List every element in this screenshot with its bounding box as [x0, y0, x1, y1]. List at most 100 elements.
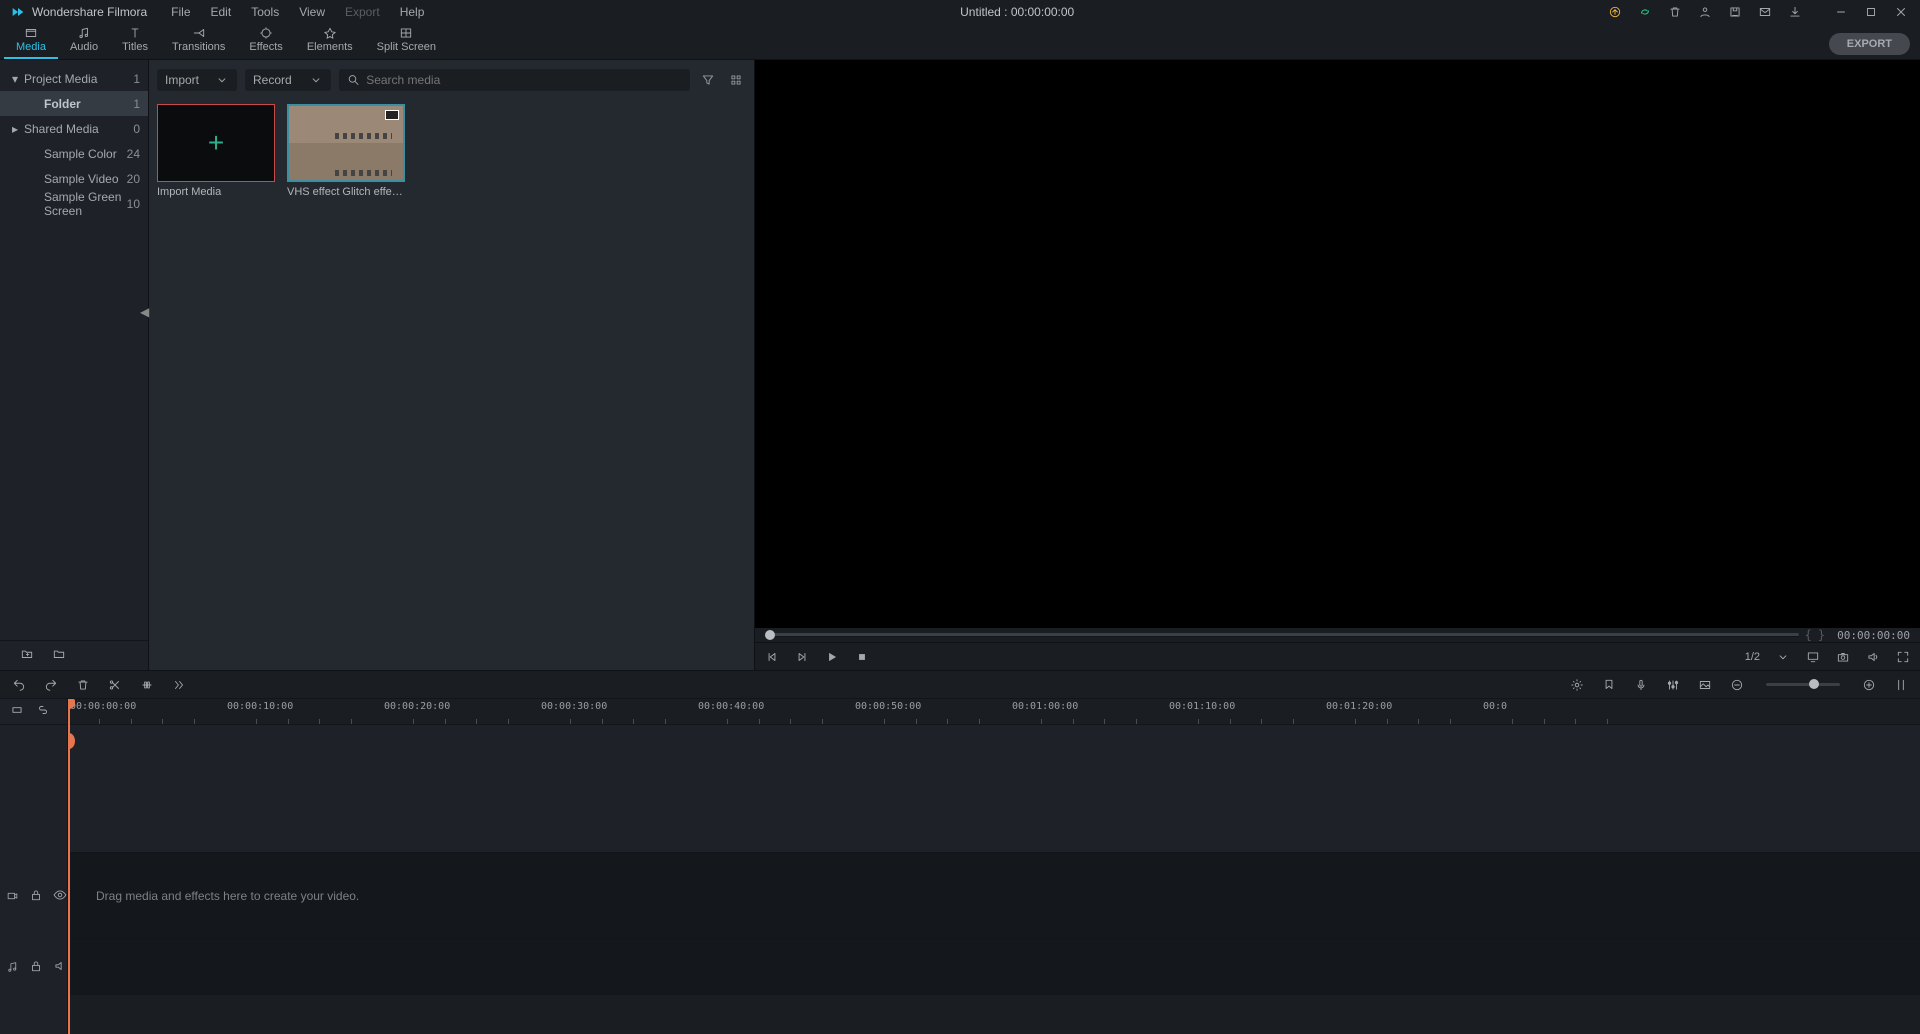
stop-icon[interactable]: [855, 650, 869, 664]
playhead[interactable]: [68, 699, 70, 1034]
preview-scrubber[interactable]: { } 00:00:00:00: [755, 628, 1920, 642]
zoom-out-icon[interactable]: [1730, 678, 1744, 692]
download-icon[interactable]: [1780, 0, 1810, 24]
close-icon[interactable]: [1886, 0, 1916, 24]
video-track-header: [0, 853, 67, 939]
undo-icon[interactable]: [12, 678, 26, 692]
sidebar-item-project-media[interactable]: ▾Project Media1: [0, 66, 148, 91]
marker-icon[interactable]: [1602, 678, 1616, 692]
split-icon[interactable]: [108, 678, 122, 692]
zoom-fit-icon[interactable]: [1894, 678, 1908, 692]
tab-media[interactable]: Media: [4, 24, 58, 59]
chevron-down-icon: [215, 73, 229, 87]
sync-icon[interactable]: [1630, 0, 1660, 24]
mark-out-icon[interactable]: }: [1818, 628, 1825, 642]
lock-icon[interactable]: [29, 959, 43, 976]
match-cut-icon[interactable]: [10, 703, 24, 720]
tab-split-screen[interactable]: Split Screen: [365, 24, 448, 59]
mixer-icon[interactable]: [1666, 678, 1680, 692]
menu-help[interactable]: Help: [390, 1, 435, 23]
next-frame-icon[interactable]: [795, 650, 809, 664]
menu-export: Export: [335, 1, 390, 23]
titlebar: Wondershare Filmora FileEditToolsViewExp…: [0, 0, 1920, 24]
media-toolbar: Import Record: [157, 66, 746, 94]
folder-icon[interactable]: [52, 647, 66, 664]
maximize-icon[interactable]: [1856, 0, 1886, 24]
media-item[interactable]: +Import Media: [157, 104, 275, 664]
prev-frame-icon[interactable]: [765, 650, 779, 664]
export-button[interactable]: EXPORT: [1829, 33, 1910, 55]
search-input[interactable]: [366, 73, 682, 87]
grid-view-icon[interactable]: [726, 70, 746, 90]
play-icon[interactable]: [825, 650, 839, 664]
voiceover-icon[interactable]: [1634, 678, 1648, 692]
preview-screen[interactable]: [755, 60, 1920, 628]
lock-icon[interactable]: [29, 888, 43, 905]
eye-icon[interactable]: [53, 888, 67, 905]
picture-icon[interactable]: [1698, 678, 1712, 692]
mark-in-icon[interactable]: {: [1805, 628, 1812, 642]
import-dropdown[interactable]: Import: [157, 69, 237, 91]
timeline-tracks[interactable]: 00:00:00:0000:00:10:0000:00:20:0000:00:3…: [68, 699, 1920, 1034]
mute-icon[interactable]: [53, 959, 67, 976]
preview-panel: { } 00:00:00:00 1/2: [754, 60, 1920, 670]
minimize-icon[interactable]: [1826, 0, 1856, 24]
app-name: Wondershare Filmora: [32, 5, 147, 19]
sidebar-item-folder[interactable]: Folder1: [0, 91, 148, 116]
video-track[interactable]: Drag media and effects here to create yo…: [68, 853, 1920, 939]
mail-icon[interactable]: [1750, 0, 1780, 24]
menu-file[interactable]: File: [161, 1, 200, 23]
sidebar-item-sample-video[interactable]: Sample Video20: [0, 166, 148, 191]
delete-icon[interactable]: [76, 678, 90, 692]
timeline-toolbar: [0, 671, 1920, 699]
snapshot-icon[interactable]: [1836, 650, 1850, 664]
track-spacer: [68, 725, 1920, 853]
render-icon[interactable]: [1570, 678, 1584, 692]
track-headers: [0, 699, 68, 1034]
preview-scale[interactable]: 1/2: [1745, 651, 1760, 663]
timeline-hint: Drag media and effects here to create yo…: [96, 889, 359, 903]
audio-track-icon[interactable]: [6, 960, 19, 974]
record-dropdown[interactable]: Record: [245, 69, 331, 91]
user-icon[interactable]: [1690, 0, 1720, 24]
search-box[interactable]: [339, 69, 690, 91]
tab-elements[interactable]: Elements: [295, 24, 365, 59]
display-icon[interactable]: [1806, 650, 1820, 664]
media-item[interactable]: VHS effect Glitch effect…: [287, 104, 405, 664]
timeline: 00:00:00:0000:00:10:0000:00:20:0000:00:3…: [0, 670, 1920, 1034]
search-icon: [347, 73, 360, 87]
chevron-down-icon[interactable]: [1776, 650, 1790, 664]
window-title: Untitled : 00:00:00:00: [434, 5, 1600, 19]
sidebar-item-shared-media[interactable]: ▸Shared Media0: [0, 116, 148, 141]
filter-icon[interactable]: [698, 70, 718, 90]
fullscreen-icon[interactable]: [1896, 650, 1910, 664]
menu-edit[interactable]: Edit: [201, 1, 242, 23]
audio-track[interactable]: [68, 939, 1920, 995]
zoom-handle[interactable]: [1809, 679, 1819, 689]
tab-transitions[interactable]: Transitions: [160, 24, 237, 59]
upgrade-icon[interactable]: [1600, 0, 1630, 24]
save-icon[interactable]: [1720, 0, 1750, 24]
trash-icon[interactable]: [1660, 0, 1690, 24]
tab-audio[interactable]: Audio: [58, 24, 110, 59]
redo-icon[interactable]: [44, 678, 58, 692]
scrub-handle[interactable]: [765, 630, 775, 640]
new-folder-icon[interactable]: [20, 647, 34, 664]
crop-icon[interactable]: [140, 678, 154, 692]
menu-view[interactable]: View: [289, 1, 335, 23]
link-icon[interactable]: [36, 703, 50, 720]
speed-icon[interactable]: [172, 678, 186, 692]
tab-effects[interactable]: Effects: [237, 24, 294, 59]
video-track-icon[interactable]: [6, 889, 19, 903]
tab-titles[interactable]: Titles: [110, 24, 160, 59]
main-tabs: MediaAudioTitlesTransitionsEffectsElemen…: [0, 24, 1920, 60]
timeline-ruler[interactable]: 00:00:00:0000:00:10:0000:00:20:0000:00:3…: [68, 699, 1920, 725]
collapse-sidebar-icon[interactable]: ◀: [140, 305, 150, 319]
zoom-slider[interactable]: [1766, 683, 1840, 686]
sidebar-item-sample-color[interactable]: Sample Color24: [0, 141, 148, 166]
sidebar-item-sample-green-screen[interactable]: Sample Green Screen10: [0, 191, 148, 216]
volume-icon[interactable]: [1866, 650, 1880, 664]
preview-time: 00:00:00:00: [1837, 629, 1910, 642]
menu-tools[interactable]: Tools: [241, 1, 289, 23]
zoom-in-icon[interactable]: [1862, 678, 1876, 692]
